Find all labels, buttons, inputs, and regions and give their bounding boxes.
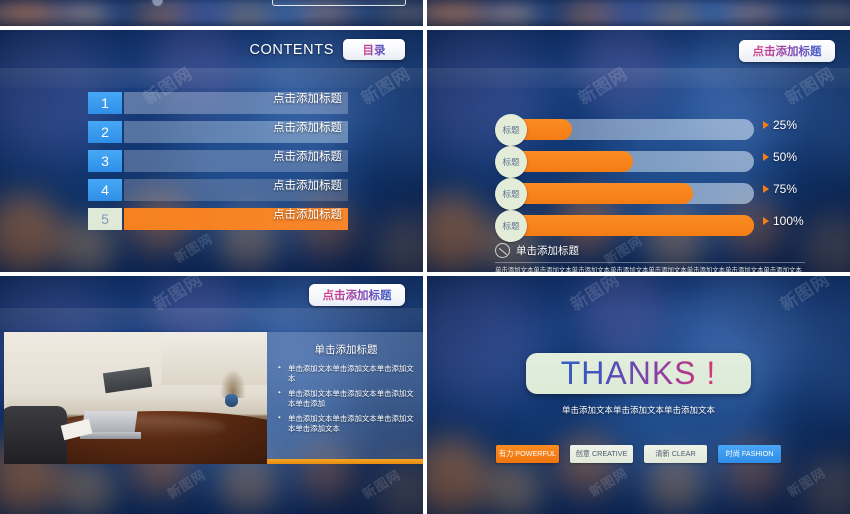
progress-bar-row[interactable]: 标题 100% bbox=[495, 210, 815, 242]
progress-fill bbox=[511, 151, 633, 172]
catalog-label: 目录 bbox=[363, 42, 386, 58]
progress-knob: 标题 bbox=[495, 210, 527, 242]
catalog-button[interactable]: 目录 bbox=[343, 39, 405, 60]
progress-value-group: 50% bbox=[763, 150, 797, 164]
progress-label: 标题 bbox=[502, 189, 520, 199]
progress-bar-row[interactable]: 标题 50% bbox=[495, 146, 815, 178]
contents-label: CONTENTS bbox=[249, 41, 334, 58]
slide-partial-top-left[interactable] bbox=[0, 0, 423, 26]
content-row: 单击添加标题 单击添加文本单击添加文本单击添加文本 单击添加文本单击添加文本单击… bbox=[4, 332, 423, 464]
progress-label: 标题 bbox=[502, 157, 520, 167]
progress-value-group: 100% bbox=[763, 214, 804, 228]
triangle-icon bbox=[763, 153, 769, 161]
triangle-icon bbox=[763, 121, 769, 129]
toc-row-number: 2 bbox=[88, 121, 122, 143]
progress-value-group: 25% bbox=[763, 118, 797, 132]
progress-label: 标题 bbox=[502, 221, 520, 231]
progress-fill bbox=[511, 183, 693, 204]
thanks-card-wrap: THANKS ! bbox=[526, 353, 751, 394]
bullet-list: 单击添加文本单击添加文本单击添加文本 单击添加文本单击添加文本单击添加文本单击添… bbox=[277, 363, 415, 434]
divider bbox=[495, 262, 805, 263]
panel-title: 单击添加标题 bbox=[314, 344, 378, 356]
table-of-contents: 1 点击添加标题 2 点击添加标题 3 点击添加标题 4 点击添加标题 5 点击… bbox=[88, 92, 348, 237]
circle-slash-icon bbox=[495, 243, 510, 258]
tag-clear[interactable]: 清新 CLEAR bbox=[644, 445, 707, 463]
progress-bar-chart: 标题 25% 标题 50% 标题 75% 标题 100% bbox=[495, 114, 815, 242]
slide-title-button[interactable]: 点击添加标题 bbox=[309, 284, 405, 306]
list-item: 单击添加文本单击添加文本单击添加文本 bbox=[277, 363, 415, 383]
toc-row-label: 点击添加标题 bbox=[273, 122, 342, 134]
list-item[interactable]: 2 点击添加标题 bbox=[88, 121, 348, 150]
list-item[interactable]: 5 点击添加标题 bbox=[88, 208, 348, 237]
slide-title-button[interactable]: 点击添加标题 bbox=[739, 40, 835, 62]
subtitle-group: 单击添加标题 bbox=[495, 243, 579, 258]
progress-bar-row[interactable]: 标题 75% bbox=[495, 178, 815, 210]
progress-bar-row[interactable]: 标题 25% bbox=[495, 114, 815, 146]
meeting-photo bbox=[4, 332, 267, 464]
toc-row-number: 4 bbox=[88, 179, 122, 201]
cut-title-outline bbox=[272, 0, 406, 6]
progress-value-group: 75% bbox=[763, 182, 797, 196]
screenshot-stage: 新图网 新图网 新图网 CONTENTS 目录 1 点击添加标题 2 点击添加标… bbox=[0, 0, 850, 514]
tag-fashion[interactable]: 时尚 FASHION bbox=[718, 445, 781, 463]
slide-thanks[interactable]: 新图网 新图网 新图网 新图网 THANKS ! 单击添加文本单击添加文本单击添… bbox=[427, 276, 850, 514]
list-item[interactable]: 1 点击添加标题 bbox=[88, 92, 348, 121]
progress-fill bbox=[511, 215, 754, 236]
slide-title-label: 点击添加标题 bbox=[753, 43, 822, 59]
bullet-panel: 单击添加标题 单击添加文本单击添加文本单击添加文本 单击添加文本单击添加文本单击… bbox=[267, 332, 423, 464]
tag-row: 有力 POWERFUL 创意 CREATIVE 清新 CLEAR 时尚 FASH… bbox=[427, 445, 850, 463]
slide-contents[interactable]: 新图网 新图网 新图网 CONTENTS 目录 1 点击添加标题 2 点击添加标… bbox=[0, 30, 423, 272]
subtitle-label: 单击添加标题 bbox=[516, 245, 579, 257]
slide-photo-bullets[interactable]: 新图网 新图网 新图网 点击添加标题 bbox=[0, 276, 423, 514]
progress-value: 25% bbox=[773, 118, 798, 132]
thanks-subtitle: 单击添加文本单击添加文本单击添加文本 bbox=[561, 405, 715, 415]
progress-value: 100% bbox=[773, 214, 804, 228]
thanks-title: THANKS ! bbox=[560, 355, 717, 391]
tag-powerful[interactable]: 有力 POWERFUL bbox=[496, 445, 559, 463]
progress-knob: 标题 bbox=[495, 178, 527, 210]
contents-header: CONTENTS 目录 bbox=[249, 39, 405, 60]
triangle-icon bbox=[763, 185, 769, 193]
list-item: 单击添加文本单击添加文本单击添加文本单击添加 bbox=[277, 388, 415, 408]
photo-window bbox=[161, 332, 267, 385]
slide-title-label: 点击添加标题 bbox=[323, 287, 392, 303]
toc-row-label: 点击添加标题 bbox=[273, 151, 342, 163]
toc-row-number: 5 bbox=[88, 208, 122, 230]
triangle-icon bbox=[763, 217, 769, 225]
toc-row-label: 点击添加标题 bbox=[273, 180, 342, 192]
photo-vase bbox=[224, 394, 239, 408]
progress-knob: 标题 bbox=[495, 114, 527, 146]
progress-value: 50% bbox=[773, 150, 798, 164]
body-text: 单击添加文本单击添加文本单击添加文本单击添加文本单击添加文本单击添加文本单击添加… bbox=[495, 267, 802, 272]
tag-creative[interactable]: 创意 CREATIVE bbox=[570, 445, 633, 463]
slide-background bbox=[427, 0, 850, 26]
list-item: 单击添加文本单击添加文本单击添加文本单击添加文本 bbox=[277, 413, 415, 433]
accent-bar bbox=[267, 459, 423, 464]
slide-background bbox=[427, 276, 850, 514]
thanks-card: THANKS ! bbox=[526, 353, 751, 394]
list-item[interactable]: 3 点击添加标题 bbox=[88, 150, 348, 179]
toc-row-number: 1 bbox=[88, 92, 122, 114]
progress-label: 标题 bbox=[502, 125, 520, 135]
list-item[interactable]: 4 点击添加标题 bbox=[88, 179, 348, 208]
slide-progress-bars[interactable]: 新图网 新图网 新图网 点击添加标题 标题 25% bbox=[427, 30, 850, 272]
progress-value: 75% bbox=[773, 182, 798, 196]
slide-partial-top-right[interactable] bbox=[427, 0, 850, 26]
toc-row-number: 3 bbox=[88, 150, 122, 172]
photo-chair bbox=[4, 405, 68, 464]
progress-knob: 标题 bbox=[495, 146, 527, 178]
toc-row-label: 点击添加标题 bbox=[273, 209, 342, 221]
toc-row-label: 点击添加标题 bbox=[273, 93, 342, 105]
